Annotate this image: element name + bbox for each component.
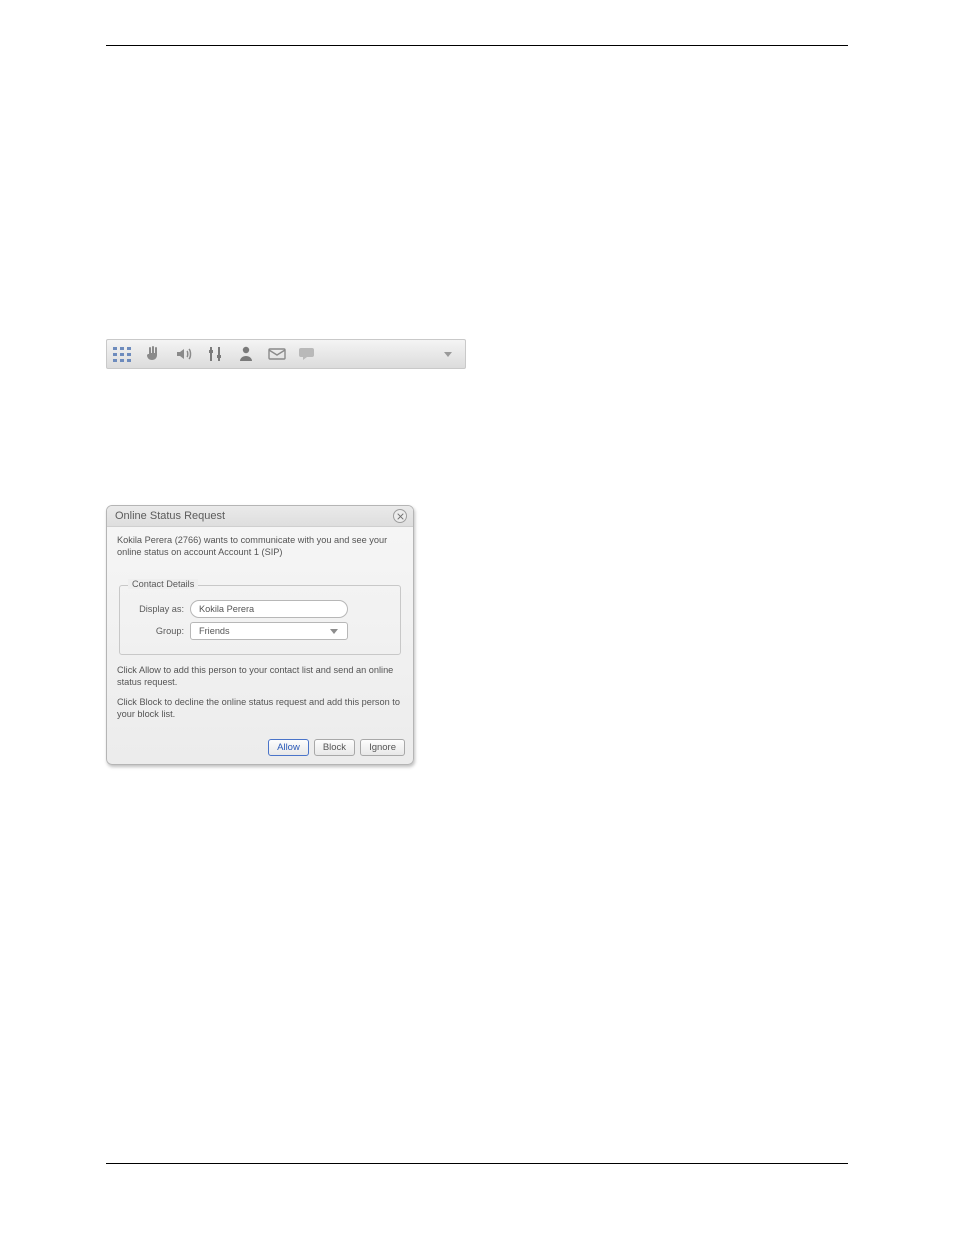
allow-button[interactable]: Allow — [268, 739, 309, 756]
top-rule — [106, 45, 848, 46]
num-1: 1. — [106, 815, 128, 837]
display-as-label: Display as: — [130, 604, 184, 614]
hand-icon[interactable] — [142, 343, 164, 365]
respond-intro: Respond to the request: — [106, 783, 848, 805]
section-title: 6.2 Using the Contact Drawer — [106, 74, 848, 96]
fieldset-legend: Contact Details — [128, 579, 198, 589]
bullet-2: Subscribing to the status of non-contact… — [128, 229, 848, 296]
p-allow-intro: To let people see your availability, the… — [106, 428, 848, 495]
block-button[interactable]: Block — [314, 739, 355, 756]
grid-icon[interactable] — [111, 343, 133, 365]
dialog-help-block: Click Block to decline the online status… — [117, 697, 403, 721]
dialog-request-text: Kokila Perera (2766) wants to communicat… — [117, 535, 403, 559]
num-2: 2. — [106, 846, 128, 891]
im-icon[interactable] — [297, 343, 319, 365]
bullet-1: Subscribing to the status of contacts: t… — [128, 178, 848, 223]
p-sub-intro: You can set up eyeBeam so that you are w… — [106, 145, 848, 167]
step-2b: If you click Block, you will be blocking… — [128, 899, 848, 944]
user-icon[interactable] — [235, 343, 257, 365]
chevron-down-icon — [329, 626, 339, 636]
step-1: Complete the Display as and Group fields… — [128, 815, 590, 837]
tuning-icon[interactable] — [204, 343, 226, 365]
contact-details-fieldset: Contact Details Display as: Kokila Perer… — [119, 585, 401, 655]
dialog-help-allow: Click Allow to add this person to your c… — [117, 665, 403, 689]
group-label: Group: — [130, 626, 184, 636]
dialog-title: Online Status Request — [115, 510, 225, 522]
header-left: CounterPath eyeBeam 1.5 for Windows — [106, 24, 300, 39]
p-sub-outro: In both cases, the status of a person wh… — [106, 306, 848, 328]
page-number: 35 — [836, 1172, 848, 1187]
header-right: User Guide — [792, 24, 848, 39]
display-as-input[interactable]: Kokila Perera — [190, 600, 348, 618]
group-select[interactable]: Friends — [190, 622, 348, 640]
close-icon[interactable] — [393, 509, 407, 523]
privacy-note: You can change privacy rules at any time… — [106, 1005, 848, 1027]
volume-icon[interactable] — [173, 343, 195, 365]
group-value: Friends — [199, 626, 230, 636]
mail-icon[interactable] — [266, 343, 288, 365]
watching-heading: Watching Others — [106, 114, 848, 137]
ignore-button[interactable]: Ignore — [360, 739, 405, 756]
step-2c: If you click Ignore, the request will be… — [128, 952, 848, 997]
toolbar — [106, 339, 466, 369]
bottom-rule — [106, 1163, 848, 1164]
allowing-heading: Allowing Other Parties to See your Avail… — [106, 397, 848, 420]
online-status-request-dialog: Online Status Request Kokila Perera (276… — [106, 505, 414, 765]
step-2: If you click Allow, the other party will… — [128, 846, 848, 891]
dropdown-icon[interactable] — [437, 343, 459, 365]
